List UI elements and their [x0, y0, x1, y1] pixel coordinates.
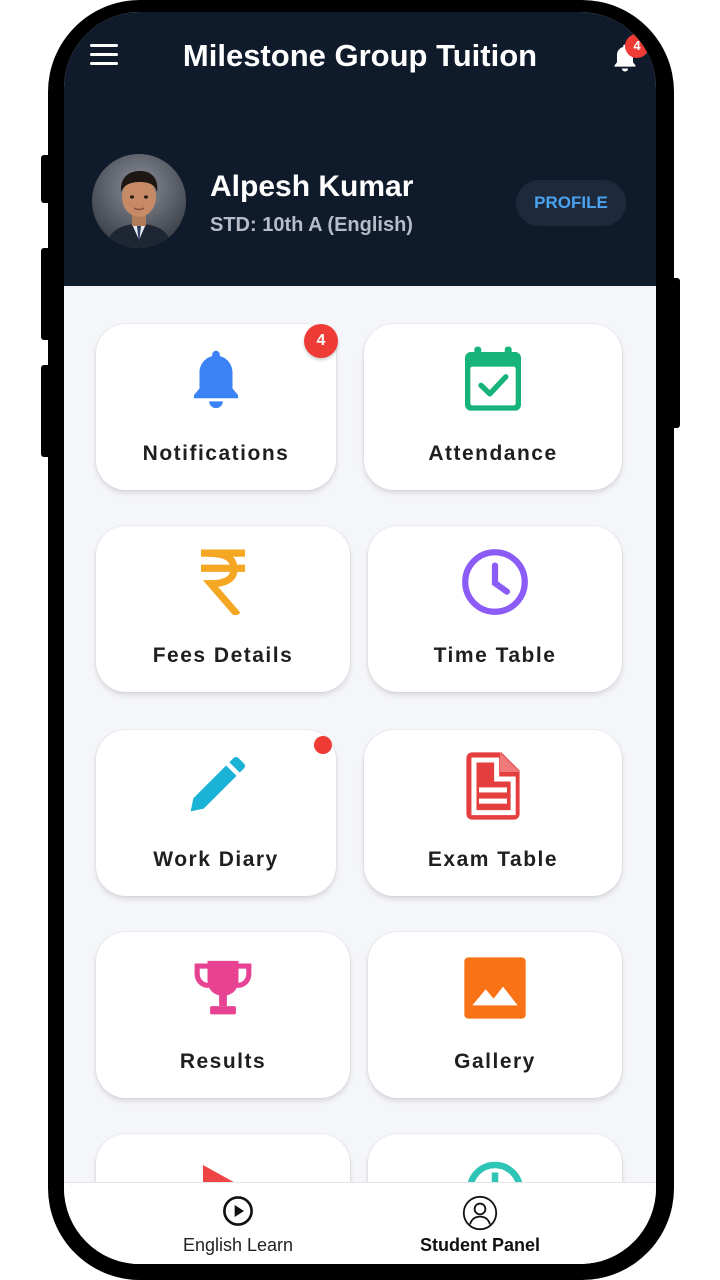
- avatar: [92, 154, 186, 248]
- tile-results[interactable]: Results: [96, 932, 350, 1098]
- app-screen: Milestone Group Tuition 4 Alpesh Kumar S…: [64, 12, 656, 1264]
- student-name: Alpesh Kumar: [210, 170, 414, 203]
- tile-gallery[interactable]: Gallery: [368, 932, 622, 1098]
- new-indicator-dot: [314, 736, 332, 754]
- dashboard-grid: Notifications 4 Attendance Fees Details …: [64, 286, 656, 1264]
- app-header: Milestone Group Tuition 4: [64, 12, 656, 96]
- student-class: STD: 10th A (English): [210, 214, 413, 236]
- tile-exam-table[interactable]: Exam Table: [364, 730, 622, 896]
- tile-time-table[interactable]: Time Table: [368, 526, 622, 692]
- tile-label: Results: [179, 1050, 267, 1073]
- nav-english-learn[interactable]: English Learn: [138, 1183, 338, 1264]
- profile-button[interactable]: PROFILE: [516, 180, 626, 226]
- tile-attendance[interactable]: Attendance: [364, 324, 622, 490]
- nav-label: English Learn: [182, 1235, 294, 1255]
- notification-bell-button[interactable]: 4: [608, 34, 649, 76]
- tile-label: Time Table: [433, 644, 557, 667]
- tile-label: Work Diary: [153, 848, 279, 871]
- document-icon: [466, 752, 520, 820]
- rupee-icon: [201, 549, 245, 615]
- student-profile-section: Alpesh Kumar STD: 10th A (English) PROFI…: [64, 96, 656, 286]
- tile-label: Exam Table: [427, 848, 559, 871]
- bell-icon: [193, 350, 239, 409]
- tile-notifications[interactable]: Notifications 4: [96, 324, 338, 490]
- app-title: Milestone Group Tuition: [182, 38, 538, 73]
- bottom-navigation: English Learn Student Panel: [64, 1182, 656, 1264]
- tile-label: Fees Details: [152, 644, 294, 667]
- play-circle-icon: [223, 1196, 253, 1226]
- student-photo: [92, 154, 186, 248]
- notification-count-badge: 4: [625, 34, 649, 58]
- tile-fees-details[interactable]: Fees Details: [96, 526, 350, 692]
- tile-label: Gallery: [454, 1050, 536, 1073]
- pencil-icon: [190, 757, 245, 812]
- tile-label: Notifications: [142, 442, 290, 465]
- tile-work-diary[interactable]: Work Diary: [96, 730, 336, 896]
- nav-student-panel[interactable]: Student Panel: [380, 1183, 580, 1264]
- tile-label: Attendance: [428, 442, 558, 465]
- image-icon: [464, 957, 526, 1019]
- notifications-count-badge: 4: [304, 324, 338, 358]
- user-circle-icon: [462, 1195, 498, 1231]
- calendar-check-icon: [465, 346, 521, 411]
- nav-label: Student Panel: [419, 1235, 540, 1255]
- trophy-icon: [194, 960, 252, 1015]
- clock-icon: [462, 549, 528, 615]
